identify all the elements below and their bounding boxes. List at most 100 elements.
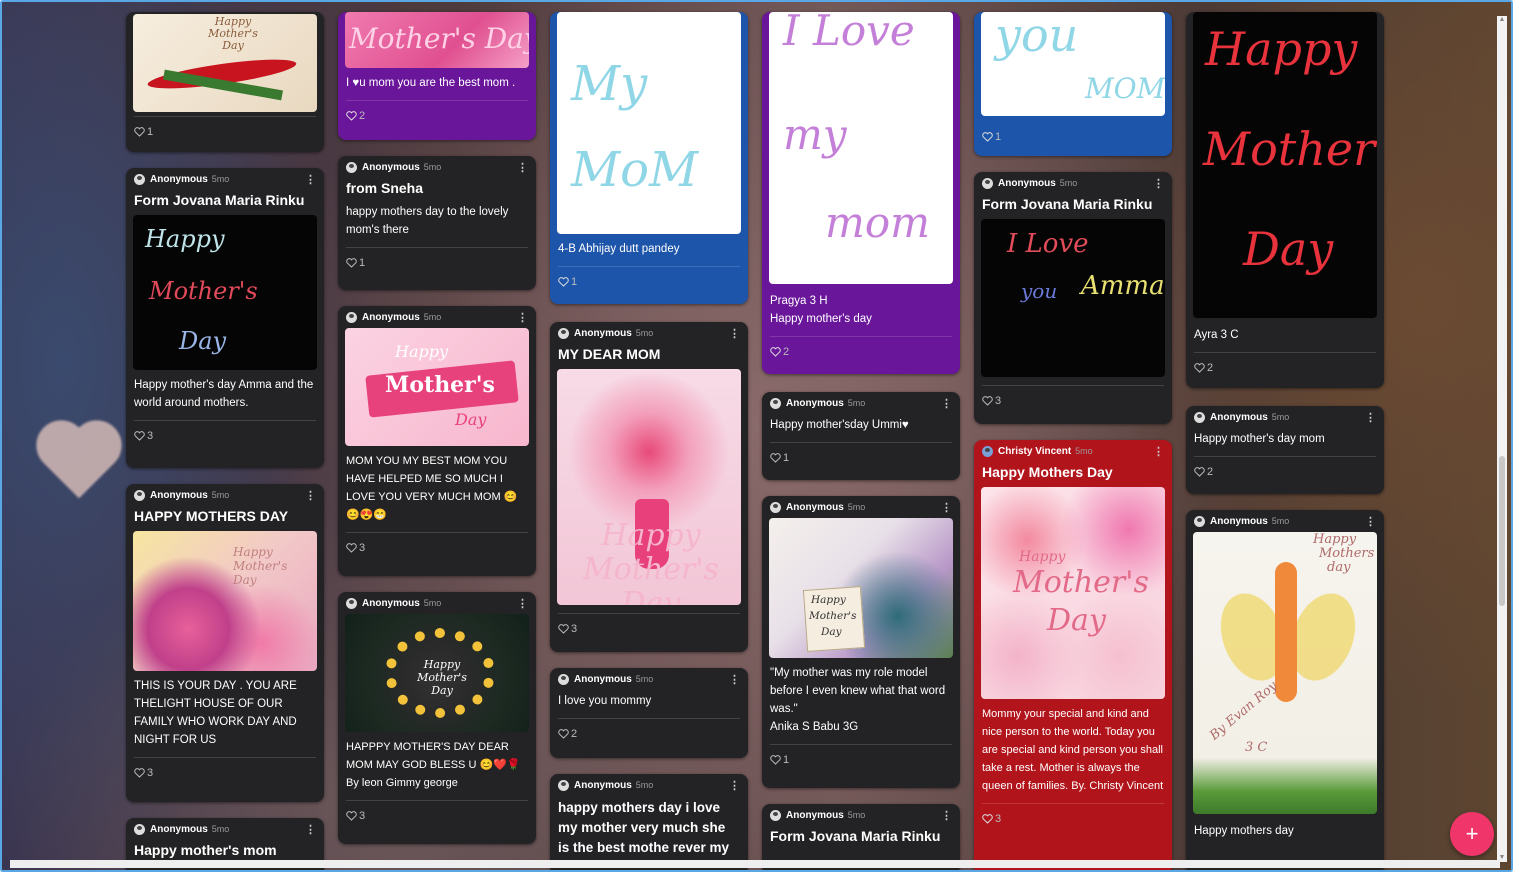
post-image[interactable]: Happy Mother's Day: [981, 487, 1165, 699]
post-card[interactable]: Anonymous 5mo ⋮ from Sneha happy mothers d…: [338, 156, 536, 290]
post-image[interactable]: I Love you Amma: [981, 219, 1165, 377]
scroll-up-icon[interactable]: ▲: [1498, 16, 1506, 24]
more-options-icon[interactable]: ⋮: [305, 489, 316, 502]
scrollbar-thumb[interactable]: [1499, 456, 1505, 606]
post-card[interactable]: Anonymous 5mo ⋮ Form Jovana Maria Rinku I …: [974, 172, 1172, 424]
post-image[interactable]: Happy Mother's Day: [557, 369, 741, 605]
heart-icon[interactable]: [770, 452, 781, 463]
heart-icon[interactable]: [982, 813, 993, 824]
heart-icon[interactable]: [982, 395, 993, 406]
post-body: 4-B Abhijay dutt pandey: [558, 243, 680, 255]
post-body: I love you mommy: [558, 695, 652, 707]
post-author: Anonymous: [998, 177, 1056, 189]
post-image[interactable]: I Love my mom: [769, 12, 953, 284]
more-options-icon[interactable]: ⋮: [1153, 177, 1164, 190]
more-options-icon[interactable]: ⋮: [1365, 515, 1376, 528]
heart-icon[interactable]: [770, 754, 781, 765]
heart-icon[interactable]: [346, 110, 357, 121]
post-image[interactable]: Happy Mother's Day: [345, 328, 529, 446]
more-options-icon[interactable]: ⋮: [1153, 445, 1164, 458]
post-card[interactable]: Anonymous 5mo ⋮ MY DEAR MOM Happy Mother's…: [550, 322, 748, 652]
post-card[interactable]: you MOM 1: [974, 12, 1172, 156]
post-card[interactable]: I Love my mom Pragya 3 H Happy mother's …: [762, 12, 960, 374]
avatar: [770, 397, 781, 409]
horizontal-scrollbar[interactable]: [10, 860, 1500, 868]
post-card[interactable]: Anonymous 5mo ⋮ Happy Mother's Day "My mot…: [762, 496, 960, 788]
heart-icon[interactable]: [134, 767, 145, 778]
post-card[interactable]: Christy Vincent 5mo ⋮ Happy Mothers Day Ha…: [974, 440, 1172, 870]
post-time: 5mo: [635, 328, 654, 338]
heart-icon[interactable]: [982, 132, 993, 142]
heart-icon[interactable]: [346, 542, 357, 553]
post-footer: 1: [558, 266, 740, 292]
post-card[interactable]: Anonymous 5mo ⋮ Happy mother's day mom 2: [1186, 406, 1384, 494]
post-image[interactable]: Happy Mother's Day: [345, 614, 529, 732]
post-image[interactable]: Happy Mother's Day: [1193, 12, 1377, 318]
more-options-icon[interactable]: ⋮: [941, 397, 952, 410]
post-footer: 1: [770, 744, 952, 770]
more-options-icon[interactable]: ⋮: [1365, 411, 1376, 424]
post-image[interactable]: Happy Mother's Day: [133, 531, 317, 671]
post-image[interactable]: Happy Mother's Day: [769, 518, 953, 658]
post-card[interactable]: Anonymous 5mo ⋮ Happy Mothers day By Evan …: [1186, 510, 1384, 870]
post-card[interactable]: Anonymous 5mo ⋮ I love you mommy 2: [550, 668, 748, 758]
post-footer: 3: [346, 800, 528, 826]
more-options-icon[interactable]: ⋮: [941, 501, 952, 514]
heart-icon[interactable]: [558, 623, 569, 634]
post-image[interactable]: Happy Mothers day By Evan Roy 3 C: [1193, 532, 1377, 814]
heart-icon[interactable]: [346, 810, 357, 821]
heart-icon[interactable]: [134, 430, 145, 441]
more-options-icon[interactable]: ⋮: [305, 823, 316, 836]
post-card[interactable]: My MoM 4-B Abhijay dutt pandey 1: [550, 12, 748, 304]
post-card[interactable]: Anonymous 5mo ⋮ happy mothers day i love m…: [550, 774, 748, 870]
post-header: Anonymous 5mo ⋮: [1186, 510, 1384, 532]
more-options-icon[interactable]: ⋮: [517, 597, 528, 610]
more-options-icon[interactable]: ⋮: [517, 311, 528, 324]
post-image[interactable]: you MOM: [981, 12, 1165, 116]
post-author: Christy Vincent: [998, 445, 1072, 457]
heart-icon[interactable]: [346, 257, 357, 268]
image-text-line: day: [1327, 560, 1351, 575]
heart-icon[interactable]: [558, 728, 569, 739]
post-body: Happy mothers day: [1194, 825, 1294, 837]
image-text-line: My: [571, 56, 648, 112]
post-image[interactable]: Mother's Day: [345, 12, 529, 68]
vertical-scrollbar[interactable]: ▲ ▼: [1497, 16, 1507, 862]
post-card[interactable]: Happy Mother's Day Ayra 3 C 2: [1186, 12, 1384, 388]
more-options-icon[interactable]: ⋮: [729, 673, 740, 686]
post-body: Happy mother'sday Ummi♥: [770, 419, 909, 431]
post-card[interactable]: Anonymous 5mo ⋮ HAPPY MOTHERS DAY Happy Mo…: [126, 484, 324, 802]
heart-icon[interactable]: [770, 346, 781, 357]
image-text-line: Happy: [1205, 22, 1358, 76]
post-card[interactable]: Happy Mother's Day 1: [126, 12, 324, 152]
post-author: Anonymous: [786, 809, 844, 821]
post-body: Happy mother's day mom: [1194, 433, 1325, 445]
add-post-button[interactable]: +: [1450, 812, 1494, 856]
post-footer: 3: [982, 803, 1164, 829]
heart-icon[interactable]: [134, 126, 145, 137]
more-options-icon[interactable]: ⋮: [941, 809, 952, 822]
more-options-icon[interactable]: ⋮: [729, 779, 740, 792]
like-count: 3: [359, 809, 366, 822]
heart-icon[interactable]: [558, 276, 569, 287]
avatar: [1194, 515, 1205, 527]
post-card[interactable]: Anonymous 5mo ⋮ Happy Mother's Day HAPPPY …: [338, 592, 536, 844]
post-card[interactable]: Anonymous 5mo ⋮ Happy mother'sday Ummi♥ 1: [762, 392, 960, 480]
heart-icon[interactable]: [1194, 466, 1205, 477]
post-body: "My mother was my role model before I ev…: [770, 667, 946, 733]
more-options-icon[interactable]: ⋮: [729, 327, 740, 340]
post-footer: 1: [134, 116, 316, 142]
more-options-icon[interactable]: ⋮: [517, 161, 528, 174]
more-options-icon[interactable]: ⋮: [305, 173, 316, 186]
post-card[interactable]: Anonymous 5mo ⋮ Happy Mother's Day MOM YOU…: [338, 306, 536, 576]
like-count: 2: [1207, 465, 1214, 478]
post-title: from Sneha: [346, 180, 424, 196]
post-card[interactable]: Mother's Day I ♥u mom you are the best m…: [338, 12, 536, 140]
post-title: Form Jovana Maria Rinku: [134, 192, 305, 208]
post-image[interactable]: My MoM: [557, 12, 741, 234]
heart-icon[interactable]: [1194, 362, 1205, 373]
post-image[interactable]: Happy Mother's Day: [133, 14, 317, 112]
avatar: [982, 177, 993, 189]
post-image[interactable]: Happy Mother's Day: [133, 215, 317, 370]
post-card[interactable]: Anonymous 5mo ⋮ Form Jovana Maria Rinku Ha…: [126, 168, 324, 468]
